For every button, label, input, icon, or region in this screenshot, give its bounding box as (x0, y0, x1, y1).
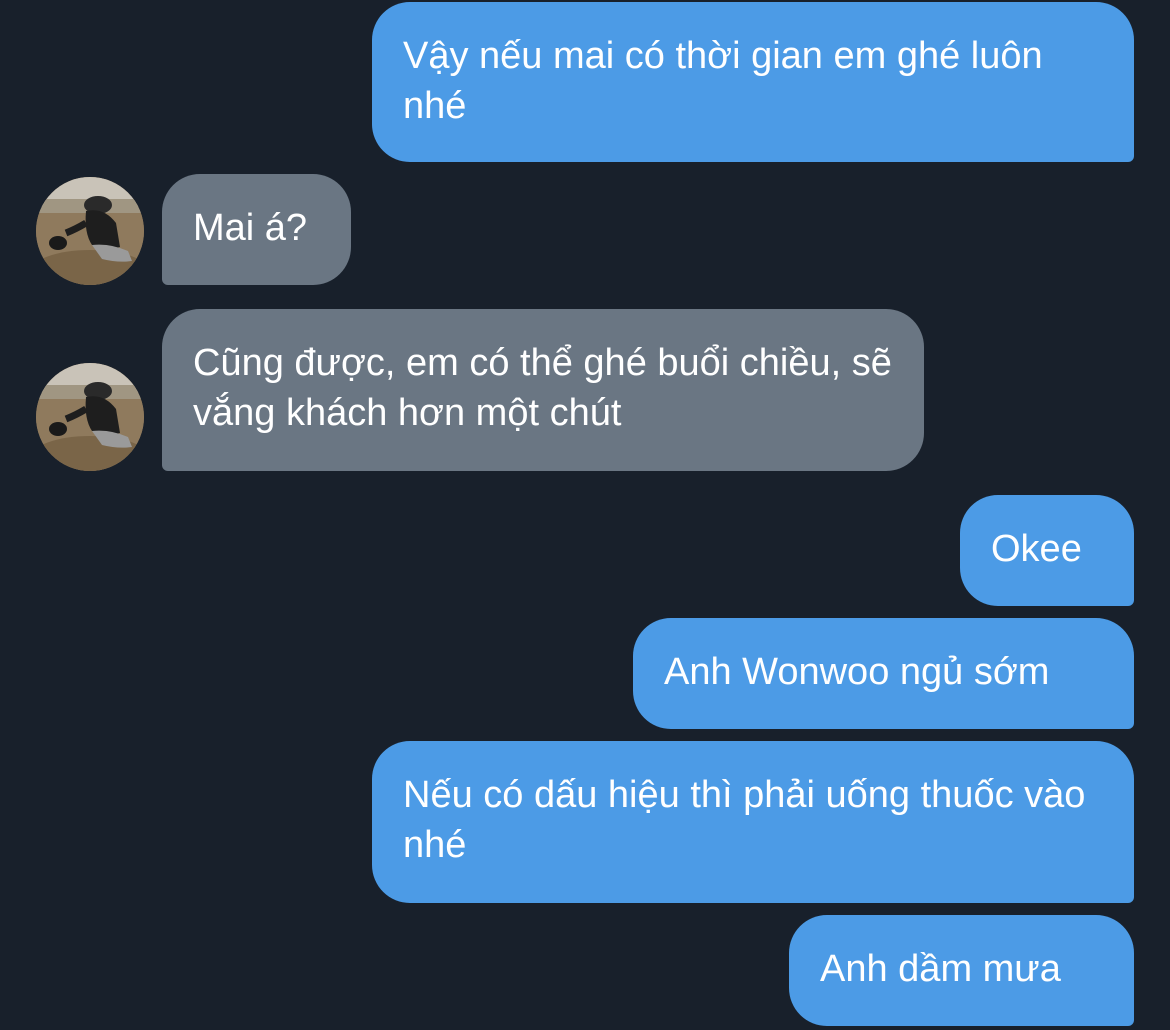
contact-avatar[interactable] (36, 363, 144, 471)
message-bubble-outgoing[interactable]: Anh dầm mưa (789, 915, 1134, 1026)
message-bubble-incoming[interactable]: Cũng được, em có thể ghé buổi chiều, sẽ … (162, 309, 924, 471)
message-bubble-outgoing[interactable]: Okee (960, 495, 1134, 606)
message-text: Mai á? (193, 207, 308, 249)
message-text: Okee (991, 528, 1082, 570)
message-bubble-outgoing[interactable]: Nếu có dấu hiệu thì phải uống thuốc vào … (372, 741, 1134, 903)
message-bubble-outgoing[interactable]: Anh Wonwoo ngủ sớm (633, 618, 1134, 729)
message-text: Anh Wonwoo ngủ sớm (664, 651, 1050, 693)
contact-avatar-image (36, 177, 144, 285)
message-text: Cũng được, em có thể ghé buổi chiều, sẽ … (193, 342, 892, 434)
message-bubble-outgoing[interactable]: Vậy nếu mai có thời gian em ghé luôn nhé (372, 2, 1134, 162)
message-text: Nếu có dấu hiệu thì phải uống thuốc vào … (403, 774, 1086, 866)
message-text: Vậy nếu mai có thời gian em ghé luôn nhé (403, 35, 1043, 127)
chat-thread: Vậy nếu mai có thời gian em ghé luôn nhé… (0, 0, 1170, 1030)
contact-avatar-image (36, 363, 144, 471)
message-text: Anh dầm mưa (820, 948, 1061, 990)
message-bubble-incoming[interactable]: Mai á? (162, 174, 351, 285)
contact-avatar[interactable] (36, 177, 144, 285)
